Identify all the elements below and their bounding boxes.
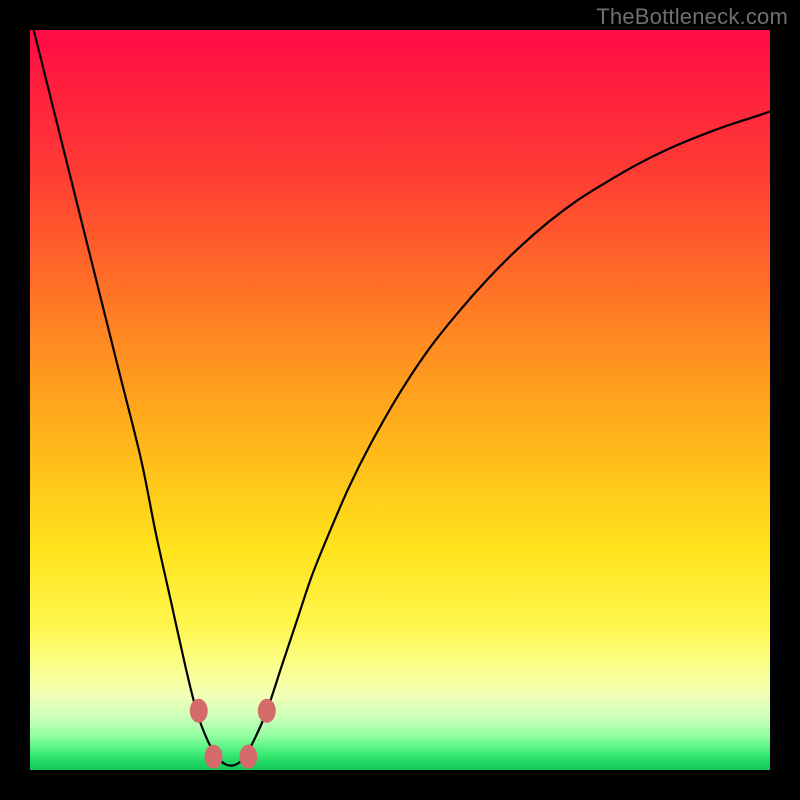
bottleneck-curve <box>30 30 770 766</box>
marker-point <box>239 745 257 769</box>
marker-point <box>190 699 208 723</box>
chart-frame: TheBottleneck.com <box>0 0 800 800</box>
plot-area <box>30 30 770 770</box>
watermark-text: TheBottleneck.com <box>596 4 788 30</box>
marker-point <box>205 745 223 769</box>
chart-svg <box>30 30 770 770</box>
marker-point <box>258 699 276 723</box>
markers-group <box>190 699 276 769</box>
